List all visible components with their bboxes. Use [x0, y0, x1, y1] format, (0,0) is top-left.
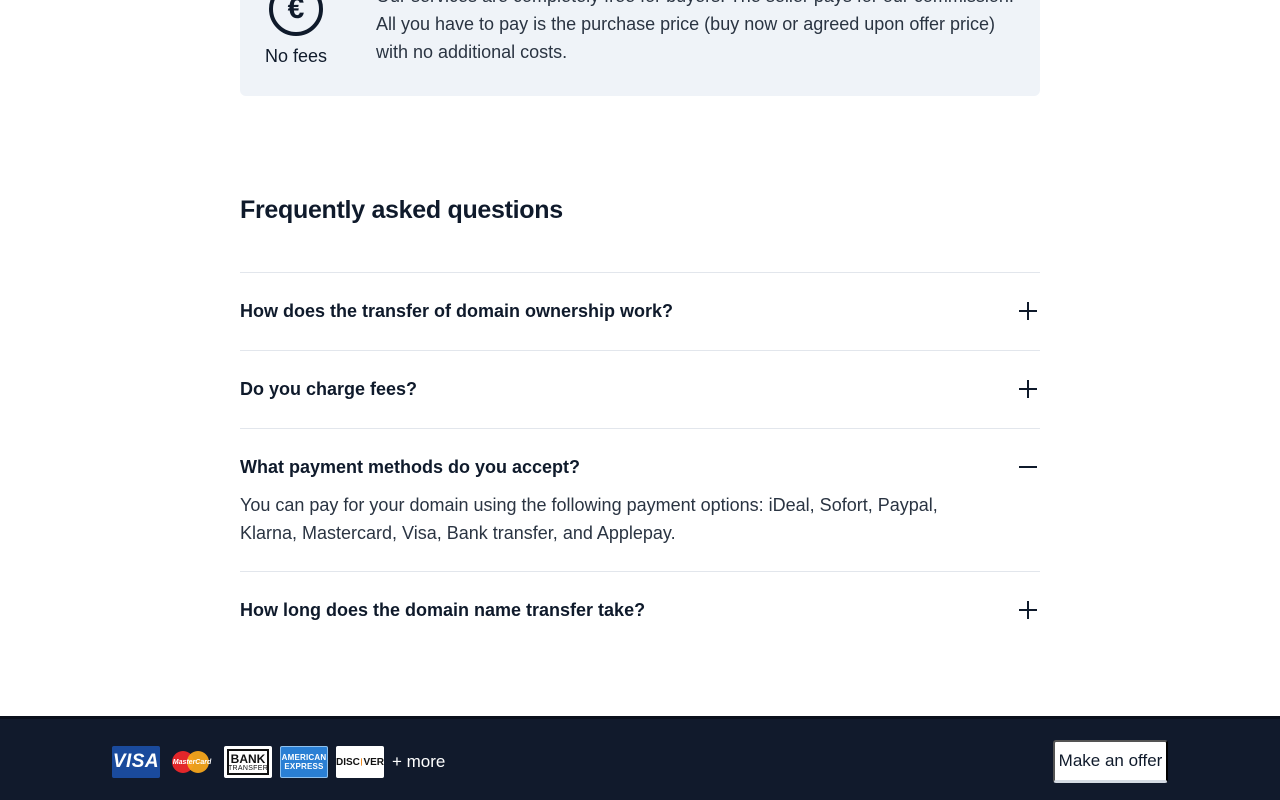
faq-answer: You can pay for your domain using the fo…: [240, 495, 938, 543]
plus-icon[interactable]: [1018, 600, 1038, 620]
no-fees-card: € No fees Our services are completely fr…: [240, 0, 1040, 96]
faq-item-transfer-duration[interactable]: How long does the domain name transfer t…: [240, 571, 1040, 649]
mastercard-icon: MasterCard: [168, 746, 216, 778]
minus-icon[interactable]: [1018, 457, 1038, 477]
visa-text: VISA: [112, 751, 160, 772]
discover-text-post: VER: [363, 756, 384, 768]
faq-question[interactable]: How long does the domain name transfer t…: [240, 572, 1040, 649]
bank-text-bottom: TRANSFER: [227, 764, 269, 772]
more-payment-methods: + more: [392, 752, 446, 771]
no-fees-label: No fees: [264, 46, 328, 66]
bank-text-top: BANK: [230, 751, 266, 766]
faq-heading: Frequently asked questions: [240, 196, 563, 224]
no-fees-description: Our services are completely free for buy…: [376, 0, 1014, 62]
faq-list: How does the transfer of domain ownershi…: [240, 272, 1040, 649]
faq-question[interactable]: How does the transfer of domain ownershi…: [240, 273, 1040, 350]
visa-icon: VISA: [112, 746, 160, 778]
amex-text-top: AMERICAN: [281, 753, 327, 762]
plus-icon[interactable]: [1018, 379, 1038, 399]
amex-text-bottom: EXPRESS: [284, 762, 324, 771]
bank-transfer-icon: BANK TRANSFER: [224, 746, 272, 778]
discover-icon: DISC VER: [336, 746, 384, 778]
plus-icon[interactable]: [1018, 301, 1038, 321]
euro-icon: €: [269, 0, 323, 36]
mastercard-text: MasterCard: [172, 758, 212, 766]
faq-item-fees[interactable]: Do you charge fees?: [240, 350, 1040, 428]
american-express-icon: AMERICAN EXPRESS: [280, 746, 328, 778]
faq-item-transfer-ownership[interactable]: How does the transfer of domain ownershi…: [240, 272, 1040, 350]
payment-methods: VISA MasterCard BANK TRANSFER AMERICAN E…: [112, 746, 445, 778]
euro-glyph: €: [287, 0, 305, 25]
make-offer-button[interactable]: Make an offer: [1053, 740, 1168, 783]
discover-text-pre: DISC: [336, 756, 360, 768]
faq-item-payment-methods[interactable]: What payment methods do you accept? You …: [240, 428, 1040, 571]
faq-question[interactable]: Do you charge fees?: [240, 351, 1040, 428]
